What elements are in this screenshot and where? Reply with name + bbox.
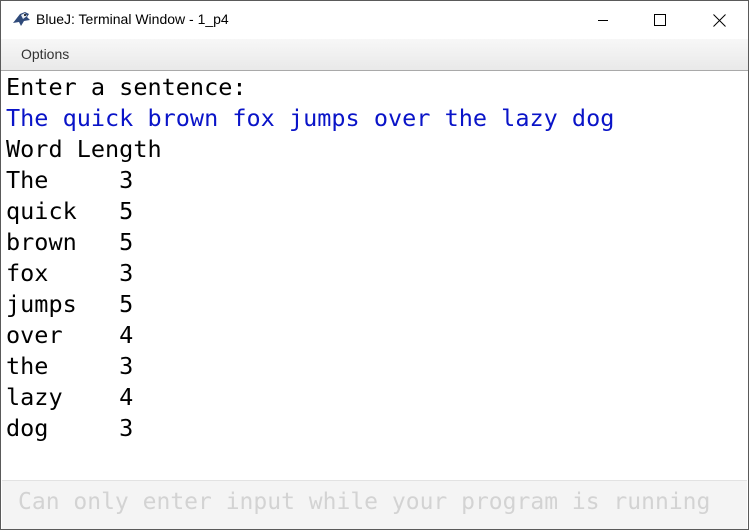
minimize-icon	[598, 20, 608, 21]
maximize-button[interactable]	[637, 1, 683, 39]
terminal-output-line: the 3	[6, 352, 134, 380]
terminal-output-line: over 4	[6, 321, 134, 349]
terminal-output-line: Enter a sentence:	[6, 73, 247, 101]
minimize-button[interactable]	[580, 1, 626, 39]
terminal-window: BlueJ: Terminal Window - 1_p4 Options En…	[0, 0, 749, 530]
maximize-icon	[654, 14, 666, 26]
terminal-output-line: fox 3	[6, 259, 134, 287]
input-bar	[2, 480, 747, 529]
close-icon	[712, 13, 726, 27]
bluej-bird-icon	[13, 12, 30, 26]
close-button[interactable]	[696, 1, 742, 39]
terminal-output-line: quick 5	[6, 197, 134, 225]
terminal-input[interactable]	[18, 489, 738, 515]
menu-bar: Options	[1, 39, 748, 71]
menu-options[interactable]: Options	[21, 46, 69, 62]
terminal-input-echo-line: The quick brown fox jumps over the lazy …	[6, 104, 615, 132]
terminal-output-line: dog 3	[6, 414, 134, 442]
terminal-output-line: lazy 4	[6, 383, 134, 411]
window-title: BlueJ: Terminal Window - 1_p4	[36, 11, 229, 27]
terminal-output-line: The 3	[6, 166, 134, 194]
terminal-output-line: Word Length	[6, 135, 162, 163]
title-bar[interactable]: BlueJ: Terminal Window - 1_p4	[1, 1, 748, 39]
terminal-output[interactable]: Enter a sentence: The quick brown fox jum…	[1, 71, 748, 479]
terminal-output-line: brown 5	[6, 228, 134, 256]
terminal-output-line: jumps 5	[6, 290, 134, 318]
